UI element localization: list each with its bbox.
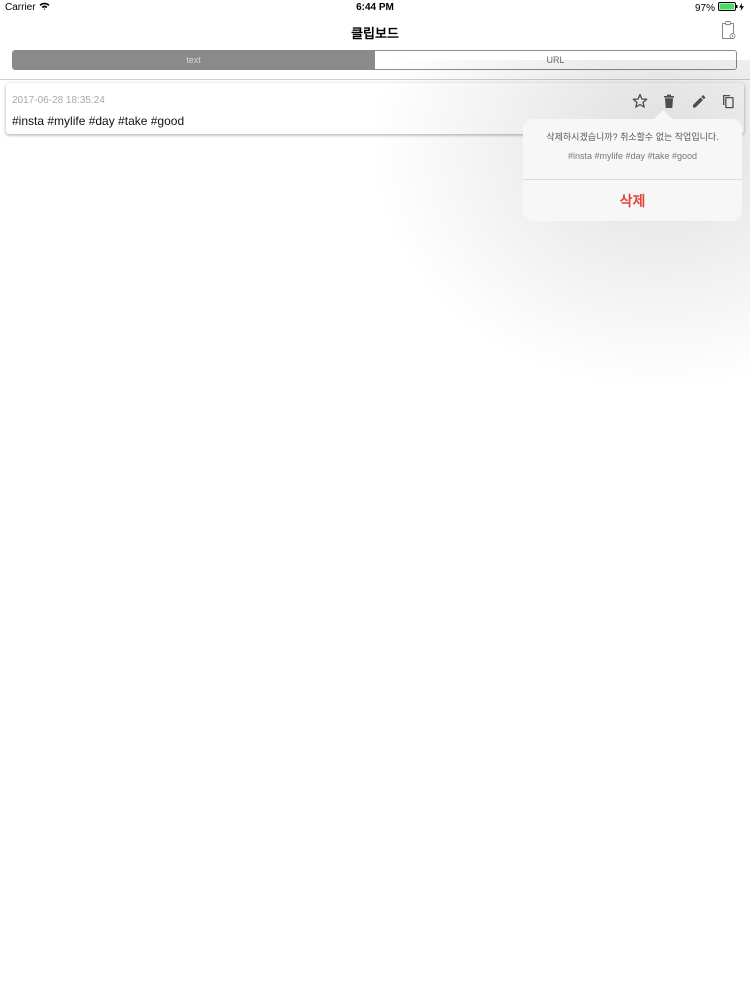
clipboard-icon[interactable] xyxy=(720,20,736,40)
battery-percent: 97% xyxy=(694,2,715,14)
segment-text[interactable]: text xyxy=(13,51,374,69)
clip-date: 2017-06-28 18:35:24 xyxy=(12,95,105,106)
status-bar: Carrier 6:44 PM 97% xyxy=(0,0,750,16)
segment-url[interactable]: URL xyxy=(374,51,736,69)
battery-icon xyxy=(718,2,738,14)
trash-icon[interactable] xyxy=(660,92,678,110)
copy-icon[interactable] xyxy=(719,92,737,110)
card-actions xyxy=(631,92,741,112)
star-icon[interactable] xyxy=(631,92,649,110)
battery-info: 97% xyxy=(695,2,744,14)
popover-message: 삭제하시겠습니까? 취소할수 없는 작업입니다. xyxy=(546,132,719,142)
bolt-icon xyxy=(739,2,744,14)
delete-popover: 삭제하시겠습니까? 취소할수 없는 작업입니다. #insta #mylife … xyxy=(523,119,742,221)
clip-text: #insta #mylife #day #take #good xyxy=(12,114,185,128)
segmented-control: text URL xyxy=(12,50,737,70)
pencil-icon[interactable] xyxy=(690,92,708,110)
delete-button[interactable]: 삭제 xyxy=(523,180,742,221)
divider xyxy=(0,79,750,80)
popover-detail: #insta #mylife #day #take #good xyxy=(567,151,698,161)
status-time: 6:44 PM xyxy=(356,2,394,13)
page-title: 클립보드 xyxy=(351,26,399,41)
